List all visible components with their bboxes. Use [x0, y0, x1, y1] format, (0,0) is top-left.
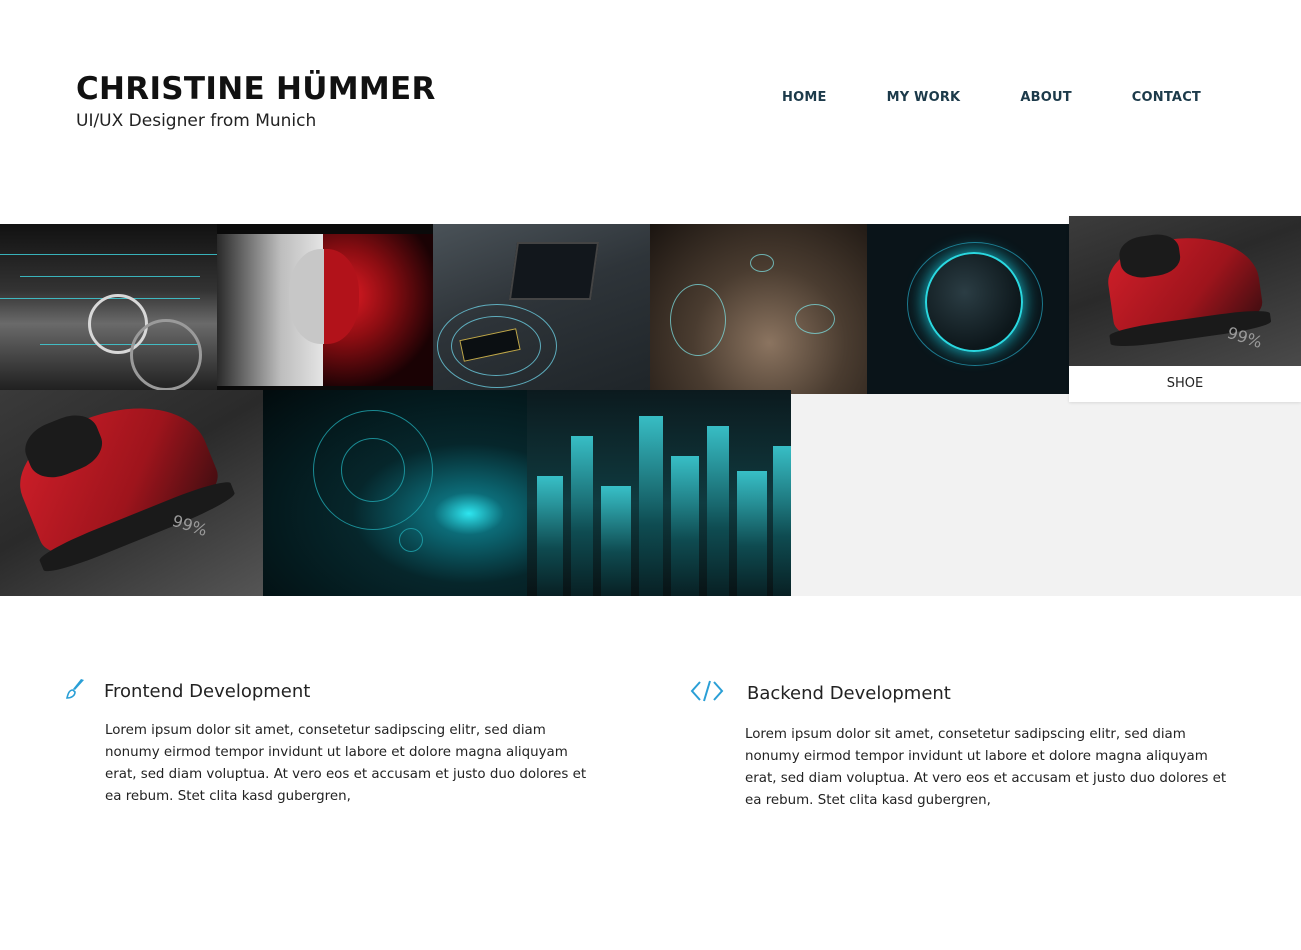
decor-streak	[20, 276, 200, 277]
site-title[interactable]: CHRISTINE HÜMMER	[76, 70, 436, 108]
gallery-item-face[interactable]	[217, 224, 433, 390]
decor-building	[737, 471, 767, 596]
decor-ring	[341, 438, 405, 502]
decor-building	[671, 456, 699, 596]
gallery-item-ball[interactable]	[867, 224, 1069, 394]
decor-ring	[399, 528, 423, 552]
decor-ball	[925, 252, 1023, 352]
decor-shoe-tongue	[18, 407, 110, 487]
nav-about[interactable]: ABOUT	[1020, 90, 1071, 105]
brush-icon	[65, 678, 86, 704]
gallery-item-shoe-hover[interactable]: 99% SHOE	[1069, 216, 1301, 402]
shoe-image: 99%	[1069, 216, 1301, 366]
decor-streak	[0, 254, 217, 255]
gallery-item-map[interactable]	[650, 224, 867, 394]
nav-contact[interactable]: CONTACT	[1132, 90, 1201, 105]
shoe-badge: 99%	[169, 510, 210, 541]
nav-home[interactable]: HOME	[782, 90, 827, 105]
code-icon	[690, 678, 724, 708]
main-nav: HOME MY WORK ABOUT CONTACT	[782, 90, 1201, 105]
decor-wheel	[130, 319, 202, 390]
decor-shoe	[4, 390, 238, 578]
service-backend: Backend Development Lorem ipsum dolor si…	[690, 678, 1250, 812]
service-title: Frontend Development	[104, 680, 311, 702]
service-header: Frontend Development	[65, 678, 606, 704]
site-tagline: UI/UX Designer from Munich	[76, 111, 317, 131]
shoe-badge: 99%	[1224, 322, 1265, 353]
service-frontend: Frontend Development Lorem ipsum dolor s…	[65, 678, 606, 808]
gallery-item-city[interactable]	[527, 390, 791, 596]
decor-ring	[750, 254, 774, 272]
decor-building	[773, 446, 791, 596]
service-description: Lorem ipsum dolor sit amet, consetetur s…	[105, 723, 587, 804]
decor-building	[707, 426, 729, 596]
service-title: Backend Development	[747, 682, 951, 704]
nav-my-work[interactable]: MY WORK	[887, 90, 961, 105]
gallery-item-hud[interactable]	[263, 390, 527, 596]
decor-shoe	[1103, 228, 1272, 350]
decor-face	[289, 249, 359, 344]
service-header: Backend Development	[690, 678, 1250, 708]
decor-laptop	[508, 242, 600, 300]
gallery-item-shoe[interactable]: 99%	[0, 390, 263, 596]
site-branding: CHRISTINE HÜMMER UI/UX Designer from Mun…	[76, 70, 436, 132]
decor-shoe-tongue	[1117, 231, 1183, 281]
gallery-item-tablet[interactable]	[433, 224, 650, 390]
service-description: Lorem ipsum dolor sit amet, consetetur s…	[745, 727, 1227, 808]
gallery-caption: SHOE	[1166, 376, 1204, 391]
decor-building	[571, 436, 593, 596]
decor-building	[639, 416, 663, 596]
decor-ring	[795, 304, 835, 334]
decor-building	[601, 486, 631, 596]
decor-building	[537, 476, 563, 596]
gallery-item-bike[interactable]	[0, 224, 217, 390]
decor-ring	[670, 284, 726, 356]
